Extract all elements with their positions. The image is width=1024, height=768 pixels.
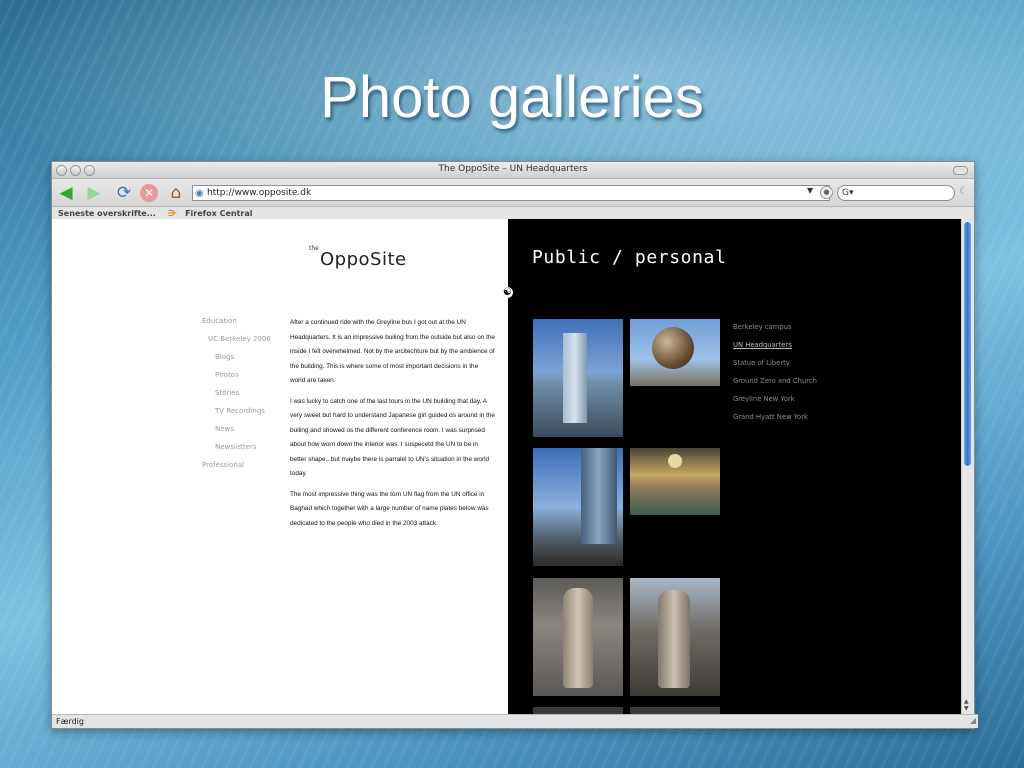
left-panel: the OppoSite Education UC Berkeley 2006 … (52, 219, 508, 714)
home-button[interactable]: ⌂ (166, 183, 186, 203)
stop-icon: ✕ (143, 186, 155, 200)
window-title: The OppoSite – UN Headquarters (438, 164, 588, 174)
slide-title: Photo galleries (320, 65, 704, 130)
photo-thumbnail-statue-back[interactable] (630, 578, 720, 696)
photo-thumbnail-general-assembly[interactable] (630, 448, 720, 515)
forward-arrow-icon: ▶ (87, 183, 101, 203)
scroll-arrows-icon[interactable]: ▲ ▼ (964, 698, 969, 712)
status-text: Færdig (56, 717, 84, 726)
page-content: the OppoSite Education UC Berkeley 2006 … (52, 219, 974, 714)
bookmark-latest-headlines[interactable]: Seneste overskrifte... (58, 209, 156, 218)
photo-thumbnail-un-building[interactable] (533, 319, 623, 437)
photo-thumbnail-sphere-sculpture[interactable] (630, 319, 720, 386)
navigation-toolbar: ◀ ▶ ⟳ ✕ ⌂ ◉ http://www.opposite.dk ▼ ● G… (52, 179, 974, 207)
right-panel: Public / personal Berkeley campus UN Hea… (508, 219, 962, 714)
gallery-link-berkeley-campus[interactable]: Berkeley campus (733, 318, 817, 336)
chevron-down-icon: ▼ (807, 186, 814, 195)
activity-spinner-icon: ☾ (959, 186, 968, 197)
nav-item-education[interactable]: Education (202, 312, 271, 330)
nav-item-uc-berkeley-2006[interactable]: UC Berkeley 2006 (202, 330, 271, 348)
photo-thumbnail-partial[interactable] (630, 707, 720, 714)
nav-item-blogs[interactable]: Blogs (202, 348, 271, 366)
yin-yang-icon[interactable]: ☯ (502, 287, 513, 298)
address-text: http://www.opposite.dk (207, 188, 312, 198)
article-paragraph: I was lucky to catch one of the last tou… (290, 397, 495, 478)
nav-item-photos[interactable]: Photos (202, 366, 271, 384)
photo-thumbnail-partial[interactable] (533, 707, 623, 714)
gallery-link-greyline[interactable]: Greyline New York (733, 390, 817, 408)
gallery-link-statue-of-liberty[interactable]: Statue of Liberty (733, 354, 817, 372)
article-paragraph: After a continued ride with the Greyline… (290, 319, 495, 384)
nav-item-stories[interactable]: Stories (202, 384, 271, 402)
search-engine-icon: G (842, 188, 849, 198)
nav-item-newsletters[interactable]: Newsletters (202, 438, 271, 456)
toolbar-toggle-button[interactable] (953, 166, 968, 175)
gallery-link-ground-zero[interactable]: Ground Zero and Church (733, 372, 817, 390)
reload-icon: ⟳ (116, 183, 132, 203)
article-paragraph: The most impressive thing was the torn U… (290, 490, 489, 527)
reload-button[interactable]: ⟳ (114, 183, 134, 203)
back-button[interactable]: ◀ (56, 183, 76, 203)
go-button[interactable]: ● (820, 186, 833, 199)
chevron-down-icon: ▾ (848, 188, 854, 198)
gallery-list: Berkeley campus UN Headquarters Statue o… (733, 318, 817, 426)
bookmark-firefox-central[interactable]: Firefox Central (185, 209, 252, 218)
home-icon: ⌂ (170, 183, 182, 203)
site-logo[interactable]: OppoSite (320, 249, 407, 270)
window-titlebar: The OppoSite – UN Headquarters (52, 162, 974, 179)
nav-item-professional[interactable]: Professional (202, 456, 271, 474)
stop-button[interactable]: ✕ (140, 184, 158, 202)
logo-prefix: the (309, 245, 319, 252)
gallery-section-title: Public / personal (532, 247, 727, 268)
photo-thumbnail-statue-front[interactable] (533, 578, 623, 696)
globe-icon: ◉ (195, 188, 204, 199)
go-icon: ● (823, 188, 830, 196)
browser-window: The OppoSite – UN Headquarters ◀ ▶ ⟳ ✕ ⌂… (51, 161, 978, 729)
search-input[interactable]: G▾ (837, 185, 955, 201)
gallery-link-grand-hyatt[interactable]: Grand Hyatt New York (733, 408, 817, 426)
resize-grip-icon[interactable]: ◢ (970, 714, 976, 727)
back-arrow-icon: ◀ (59, 183, 73, 203)
status-bar: Færdig ◢ (52, 714, 978, 728)
scrollbar-thumb[interactable] (964, 222, 971, 466)
forward-button[interactable]: ▶ (84, 183, 104, 203)
vertical-scrollbar[interactable]: ▲ ▼ (961, 219, 974, 714)
rss-icon: ⋺ (167, 209, 178, 218)
nav-item-tv-recordings[interactable]: TV Recordings (202, 402, 271, 420)
article-text: After a continued ride with the Greyline… (290, 316, 495, 537)
address-bar[interactable]: ◉ http://www.opposite.dk (192, 185, 830, 201)
nav-item-news[interactable]: News (202, 420, 271, 438)
gallery-link-un-headquarters[interactable]: UN Headquarters (733, 336, 817, 354)
photo-thumbnail-un-tower[interactable] (533, 448, 623, 566)
address-dropdown-button[interactable]: ▼ (807, 186, 813, 195)
site-navigation: Education UC Berkeley 2006 Blogs Photos … (202, 312, 271, 474)
